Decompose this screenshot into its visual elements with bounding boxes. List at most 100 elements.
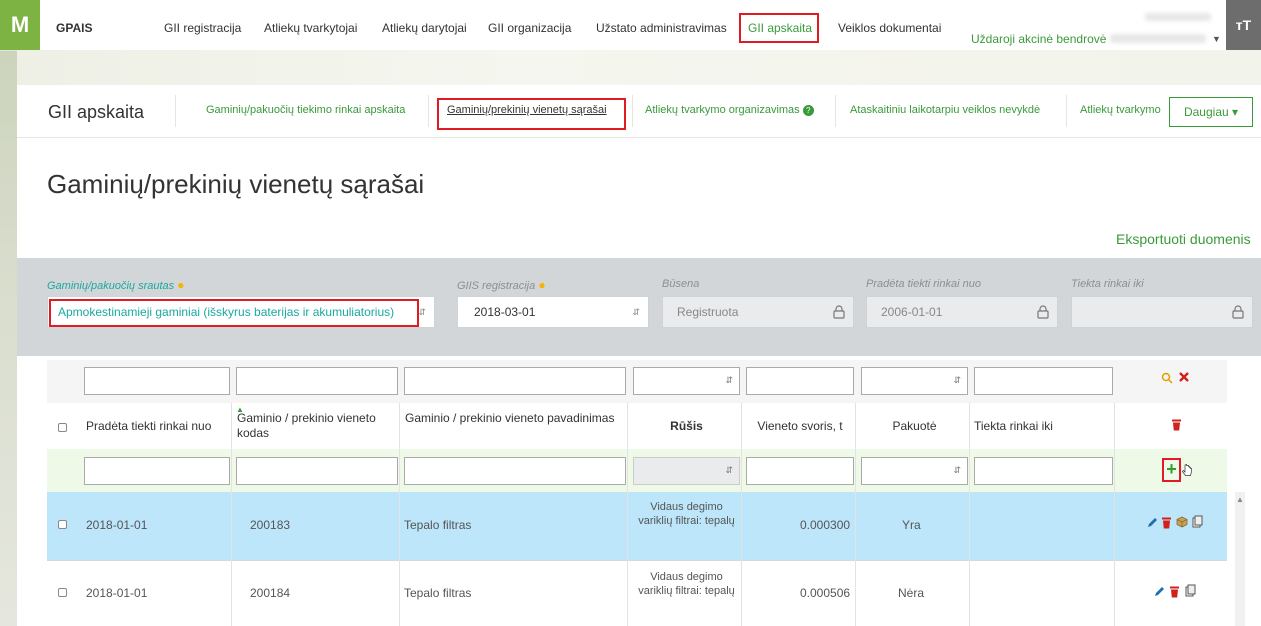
cell-package: Nėra xyxy=(898,586,925,600)
filter-input-start[interactable] xyxy=(84,367,230,395)
nav-atlieku-tvarkytojai[interactable]: Atliekų tvarkytojai xyxy=(264,21,357,35)
filter-select-type[interactable]: ⇵ xyxy=(633,367,740,395)
giis-label: GIIS registracija ● xyxy=(457,278,546,292)
row-checkbox[interactable] xyxy=(58,520,67,529)
header-weight[interactable]: Vieneto svoris, t xyxy=(746,419,854,434)
subnav-title: GII apskaita xyxy=(48,102,145,122)
add-row-plus-icon[interactable]: + xyxy=(1162,458,1181,482)
more-label: Daugiau xyxy=(1183,105,1229,119)
cell-name: Tepalo filtras xyxy=(404,586,472,600)
new-select-type: ⇵ xyxy=(633,457,740,485)
app-logo[interactable]: M xyxy=(0,0,40,50)
cell-package: Yra xyxy=(902,518,921,532)
package-box-icon[interactable] xyxy=(1176,516,1188,528)
start-date-label: Pradėta tiekti rinkai nuo xyxy=(866,278,981,290)
cell-name: Tepalo filtras xyxy=(404,518,472,532)
tab-atlieku-tvarkymo-organizavimas[interactable]: Atliekų tvarkymo organizavimas? xyxy=(645,104,814,116)
nav-gii-organizacija[interactable]: GII organizacija xyxy=(488,21,571,35)
status-label: Būsena xyxy=(662,278,700,290)
header-code[interactable]: Gaminio / prekinio vieneto kodas xyxy=(237,411,397,441)
cell-weight: 0.000300 xyxy=(800,518,851,532)
tab-tiekimo-rinkai-apskaita[interactable]: Gaminių/pakuočių tiekimo rinkai apskaita xyxy=(206,104,405,116)
chevron-updown-icon: ⇵ xyxy=(953,465,961,475)
clear-filter-icon[interactable] xyxy=(1178,371,1190,383)
nav-atlieku-darytojai[interactable]: Atliekų darytojai xyxy=(382,21,467,35)
copy-document-icon[interactable] xyxy=(1185,584,1196,597)
filter-select-package[interactable]: ⇵ xyxy=(861,367,968,395)
search-icon[interactable] xyxy=(1161,372,1173,384)
highlight-box-stream xyxy=(49,299,419,327)
filter-input-weight[interactable] xyxy=(746,367,854,395)
company-dropdown-caret-icon[interactable]: ▼ xyxy=(1212,34,1221,44)
nav-veiklos-dokumentai[interactable]: Veiklos dokumentai xyxy=(838,21,941,35)
column-divider xyxy=(855,403,856,626)
page-title: Gaminių/prekinių vienetų sąrašai xyxy=(47,169,425,199)
brand-name[interactable]: GPAIS xyxy=(56,21,92,35)
trash-icon[interactable] xyxy=(1161,516,1172,529)
grid-scrollbar[interactable] xyxy=(1235,492,1245,626)
column-divider xyxy=(741,403,742,626)
blurred-username xyxy=(1145,13,1211,21)
lock-icon xyxy=(1232,305,1244,319)
new-input-start[interactable] xyxy=(84,457,230,485)
header-start-date[interactable]: Pradėta tiekti rinkai nuo xyxy=(86,419,231,434)
chevron-updown-icon: ⇵ xyxy=(632,307,640,317)
sub-navbar xyxy=(17,87,1261,138)
filter-input-code[interactable] xyxy=(236,367,398,395)
tab-atlieku-tvarkymo[interactable]: Atliekų tvarkymo xyxy=(1080,104,1164,116)
more-dropdown-button[interactable]: Daugiau ▾ xyxy=(1169,97,1253,127)
trash-icon[interactable] xyxy=(1171,418,1182,431)
status-field: Registruota xyxy=(662,296,854,328)
export-data-link[interactable]: Eksportuoti duomenis xyxy=(1116,231,1251,247)
chevron-updown-icon: ⇵ xyxy=(953,375,961,385)
trash-icon[interactable] xyxy=(1169,585,1180,598)
filter-input-name[interactable] xyxy=(404,367,626,395)
new-input-weight[interactable] xyxy=(746,457,854,485)
nav-gii-registracija[interactable]: GII registracija xyxy=(164,21,241,35)
chevron-updown-icon: ⇵ xyxy=(725,375,733,385)
tab-veiklos-nevykde[interactable]: Ataskaitiniu laikotarpiu veiklos nevykdė xyxy=(850,104,1040,116)
header-end-date[interactable]: Tiekta rinkai iki xyxy=(974,419,1113,434)
header-type[interactable]: Rūšis xyxy=(633,419,740,434)
row-checkbox[interactable] xyxy=(58,588,67,597)
column-divider xyxy=(627,403,628,626)
header-package[interactable]: Pakuotė xyxy=(861,419,968,434)
font-size-icon[interactable]: тT xyxy=(1226,0,1261,50)
nav-uzstato-administravimas[interactable]: Užstato administravimas xyxy=(596,21,727,35)
edit-pencil-icon[interactable] xyxy=(1153,586,1165,598)
cell-start: 2018-01-01 xyxy=(86,586,148,600)
header-name[interactable]: Gaminio / prekinio vieneto pavadinimas xyxy=(405,411,620,426)
column-divider xyxy=(399,403,400,626)
divider xyxy=(632,95,633,127)
cell-start: 2018-01-01 xyxy=(86,518,148,532)
left-decorative-strip xyxy=(0,0,17,626)
help-icon: ? xyxy=(802,104,814,116)
new-input-name[interactable] xyxy=(404,457,626,485)
top-navbar: M GPAIS GII registracija Atliekų tvarkyt… xyxy=(0,0,1261,51)
end-date-field xyxy=(1071,296,1253,328)
column-divider xyxy=(231,403,232,626)
chevron-updown-icon: ⇵ xyxy=(418,307,426,317)
divider xyxy=(835,95,836,127)
new-input-code[interactable] xyxy=(236,457,398,485)
divider xyxy=(175,95,176,127)
end-date-label: Tiekta rinkai iki xyxy=(1071,278,1144,290)
column-divider xyxy=(969,403,970,626)
chevron-updown-icon: ⇵ xyxy=(725,465,733,475)
select-all-checkbox[interactable] xyxy=(58,423,67,432)
cell-code: 200184 xyxy=(250,586,291,600)
lock-icon xyxy=(833,305,845,319)
cell-type: Vidaus degimo variklių filtrai: tepalų xyxy=(638,501,735,527)
new-input-end[interactable] xyxy=(974,457,1113,485)
highlight-box-subnav xyxy=(437,98,626,130)
start-date-field: 2006-01-01 xyxy=(866,296,1058,328)
filter-input-end[interactable] xyxy=(974,367,1113,395)
cursor-hand-icon xyxy=(1182,464,1192,476)
scroll-up-icon[interactable]: ▲ xyxy=(1236,495,1244,504)
company-name[interactable]: Uždaroji akcinė bendrovė xyxy=(971,32,1106,46)
copy-document-icon[interactable] xyxy=(1192,515,1203,528)
giis-date-select[interactable]: 2018-03-01 ⇵ xyxy=(457,296,649,328)
new-select-package[interactable]: ⇵ xyxy=(861,457,968,485)
stream-label: Gaminių/pakuočių srautas ● xyxy=(47,278,185,292)
edit-pencil-icon[interactable] xyxy=(1146,517,1158,529)
